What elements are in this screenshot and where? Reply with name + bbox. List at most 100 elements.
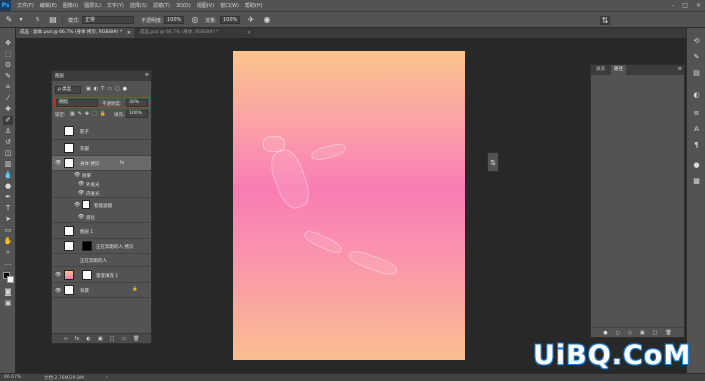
new-path-icon[interactable]: □ <box>653 330 658 336</box>
color-panel-icon[interactable]: ● <box>691 160 702 170</box>
adjustments-icon[interactable]: ◐ <box>691 90 702 100</box>
visibility-eye-icon[interactable]: 👁 <box>78 190 84 196</box>
panel-menu-icon[interactable]: ≡ <box>678 66 682 72</box>
visibility-eye-icon[interactable]: 👁 <box>74 172 80 178</box>
menu-image[interactable]: 图像(I) <box>63 2 78 9</box>
eraser-tool-icon[interactable]: ◫ <box>3 149 13 158</box>
screen-mode-icon[interactable]: ▣ <box>3 299 13 308</box>
document-canvas[interactable] <box>233 51 465 360</box>
layer-row[interactable]: 正在奔跑的人 拷贝 <box>52 239 151 254</box>
visibility-eye-icon[interactable]: 👁 <box>55 288 61 294</box>
menu-view[interactable]: 视图(V) <box>197 2 214 9</box>
layer-comps-icon[interactable]: ▤ <box>691 68 702 78</box>
marquee-tool-icon[interactable]: ⬚ <box>3 50 13 59</box>
menu-select[interactable]: 选择(S) <box>130 2 147 9</box>
close-button[interactable]: × <box>696 2 701 9</box>
brush-tool-icon[interactable]: ✎ <box>4 15 14 25</box>
background-color-swatch[interactable] <box>7 276 14 283</box>
fill-path-icon[interactable]: ● <box>603 330 607 336</box>
layer-filter-icons[interactable]: ▣◐T▭▢● <box>86 86 146 94</box>
fill-input[interactable]: 100% <box>126 110 148 118</box>
effect-row[interactable]: 👁 外发光 <box>52 180 151 189</box>
delete-path-icon[interactable]: 🗑 <box>665 330 671 336</box>
brush-size-value[interactable]: 5 <box>36 17 39 23</box>
visibility-eye-icon[interactable]: 👁 <box>78 181 84 187</box>
add-mask-icon[interactable]: ▣ <box>98 336 103 342</box>
character-panel-icon[interactable]: A <box>691 124 702 134</box>
minimize-button[interactable]: – <box>671 2 674 9</box>
layer-row[interactable]: 👁 渐变填充 1 <box>52 267 151 283</box>
gradient-tool-icon[interactable]: ▥ <box>3 160 13 169</box>
visibility-eye-icon[interactable]: 👁 <box>55 160 61 166</box>
pressure-size-icon[interactable]: ◉ <box>262 15 272 25</box>
crop-tool-icon[interactable]: ⌗ <box>3 83 13 92</box>
more-tools-icon[interactable]: … <box>3 259 13 268</box>
panel-menu-icon[interactable]: ≡ <box>145 72 149 78</box>
menu-filter[interactable]: 滤镜(T) <box>153 2 170 9</box>
visibility-eye-icon[interactable]: 👁 <box>78 214 84 220</box>
menu-3d[interactable]: 3D(D) <box>176 3 191 9</box>
status-menu-arrow[interactable]: › <box>106 375 108 380</box>
layer-fx-badge[interactable]: fx <box>120 161 124 166</box>
workspace-switcher-icon[interactable]: ⇅ <box>600 16 610 25</box>
menu-layer[interactable]: 图层(L) <box>84 2 101 9</box>
move-tool-icon[interactable]: ✥ <box>3 39 13 48</box>
brush-panel-icon[interactable]: ▤ <box>48 15 58 25</box>
layer-row[interactable]: 正在奔跑的人 <box>52 254 151 267</box>
hand-tool-icon[interactable]: ✋ <box>3 237 13 246</box>
menu-window[interactable]: 窗口(W) <box>220 2 239 9</box>
layer-row[interactable]: 衣服 <box>52 140 151 156</box>
layer-row[interactable]: 图层 1 <box>52 223 151 239</box>
tab-document[interactable]: 成品.psd @ 66.7% (身体, RGB/8#) * × <box>136 28 254 38</box>
collapsed-panel-icon[interactable]: ⇅ <box>487 152 499 172</box>
history-brush-tool-icon[interactable]: ↺ <box>3 138 13 147</box>
menu-file[interactable]: 文件(F) <box>17 2 34 9</box>
quick-select-tool-icon[interactable]: ✎ <box>3 72 13 81</box>
effect-row[interactable]: 👁 内发光 <box>52 189 151 198</box>
history-panel-icon[interactable]: ⟲ <box>691 36 702 46</box>
blur-tool-icon[interactable]: 💧 <box>3 171 13 180</box>
path-select-tool-icon[interactable]: ➤ <box>3 215 13 224</box>
opacity-input[interactable]: 100% <box>164 16 184 24</box>
close-tab-icon[interactable]: × <box>247 28 251 38</box>
brush-tool-icon[interactable]: ✐ <box>3 116 13 125</box>
clone-stamp-tool-icon[interactable]: ♙ <box>3 127 13 136</box>
layer-filter-select[interactable]: ρ 类型 <box>55 86 81 94</box>
type-tool-icon[interactable]: T <box>3 204 13 213</box>
delete-layer-icon[interactable]: 🗑 <box>133 336 139 342</box>
shape-tool-icon[interactable]: ▭ <box>3 226 13 235</box>
layers-panel-title[interactable]: 图层 <box>55 73 64 79</box>
layer-opacity-input[interactable]: 30% <box>126 99 148 107</box>
healing-brush-tool-icon[interactable]: ✚ <box>3 105 13 114</box>
path-to-selection-icon[interactable]: ◇ <box>628 330 632 336</box>
add-style-icon[interactable]: fx <box>75 336 80 342</box>
airbrush-icon[interactable]: ✈ <box>246 15 256 25</box>
mode-select[interactable]: 正常 <box>82 16 134 24</box>
brush-settings-icon[interactable]: ✎ <box>691 52 702 62</box>
menu-type[interactable]: 文字(Y) <box>107 2 124 9</box>
tab-document-copy[interactable]: 成品 · 副本.psd @ 66.7% (身体 拷贝, RGB/8#) * × <box>16 28 134 38</box>
layer-row[interactable]: 影子 <box>52 123 151 140</box>
menu-edit[interactable]: 编辑(E) <box>40 2 57 9</box>
filter-row[interactable]: 👁 液化 <box>52 212 151 223</box>
new-group-icon[interactable]: □ <box>110 336 115 342</box>
properties-icon[interactable]: ≡ <box>691 108 702 118</box>
visibility-eye-icon[interactable]: 👁 <box>74 202 80 208</box>
close-tab-icon[interactable]: × <box>127 28 131 38</box>
maximize-button[interactable]: □ <box>682 2 688 9</box>
quick-mask-icon[interactable]: ◙ <box>3 288 13 297</box>
flow-input[interactable]: 100% <box>220 16 240 24</box>
swatches-icon[interactable]: ▦ <box>691 176 702 186</box>
brush-preset-dropdown-icon[interactable]: ▾ <box>16 15 26 25</box>
smart-filter-row[interactable]: 👁 智能滤镜 <box>52 198 151 212</box>
stroke-path-icon[interactable]: ○ <box>616 330 620 336</box>
layer-row-selected[interactable]: 👁 身体 拷贝 fx <box>52 156 151 171</box>
link-layers-icon[interactable]: ∞ <box>64 336 68 342</box>
adjustment-layer-icon[interactable]: ◐ <box>86 336 90 342</box>
zoom-tool-icon[interactable]: ⌕ <box>3 248 13 257</box>
dodge-tool-icon[interactable]: ● <box>3 182 13 191</box>
add-mask-icon[interactable]: ▣ <box>640 330 645 336</box>
blend-mode-select[interactable]: 明暗 <box>56 99 98 107</box>
tab-channels[interactable]: 通道 <box>593 65 608 75</box>
menu-help[interactable]: 帮助(H) <box>245 2 263 9</box>
